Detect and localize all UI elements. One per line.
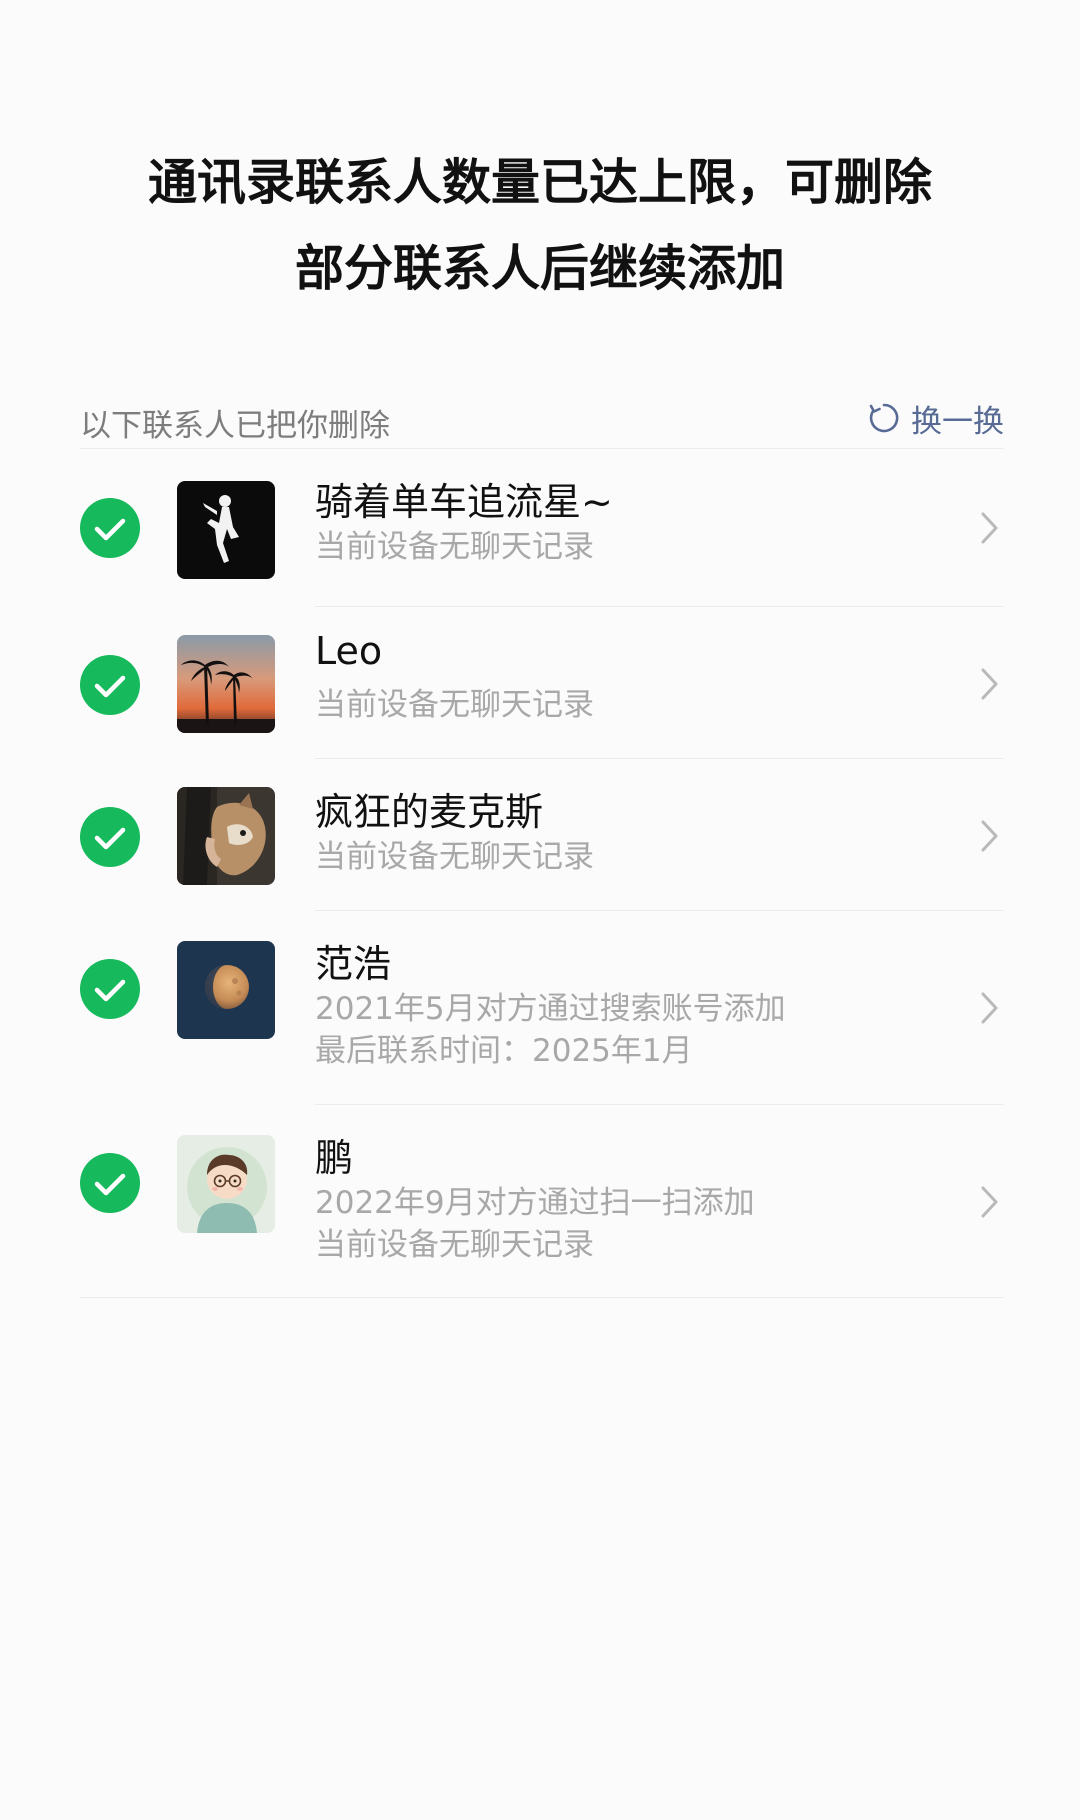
selected-checkbox[interactable] [80, 959, 140, 1019]
palm-sunset-avatar-icon [177, 635, 275, 733]
chevron-right-icon [981, 512, 998, 544]
contact-detail: 最后联系时间：2025年1月 [315, 1033, 693, 1069]
chevron-right-icon [981, 668, 998, 700]
selected-checkbox[interactable] [80, 498, 140, 558]
refresh-button[interactable]: 换一换 [867, 398, 1004, 440]
contact-detail: 当前设备无聊天记录 [315, 529, 594, 565]
list-bottom-divider [80, 1297, 1004, 1298]
moon-avatar-icon [177, 941, 275, 1039]
checkmark-icon [94, 827, 126, 850]
checkmark-icon [94, 979, 126, 1002]
selected-checkbox[interactable] [80, 1153, 140, 1213]
contact-avatar [177, 1135, 275, 1233]
selected-checkbox[interactable] [80, 655, 140, 715]
section-header: 以下联系人已把你删除 换一换 [80, 394, 1004, 449]
contact-row[interactable]: Leo 当前设备无聊天记录 [80, 607, 1004, 759]
contact-row[interactable]: 范浩 2021年5月对方通过搜索账号添加 最后联系时间：2025年1月 [80, 911, 1004, 1105]
chevron-right-icon [981, 992, 998, 1024]
contact-list: 骑着单车追流星~ 当前设备无聊天记录 Leo 当前设备无聊天记录 疯狂的麦克斯 … [80, 449, 1004, 1297]
page-title: 通讯录联系人数量已达上限，可删除 部分联系人后继续添加 [0, 140, 1080, 312]
contact-row[interactable]: 鹏 2022年9月对方通过扫一扫添加 当前设备无聊天记录 [80, 1105, 1004, 1297]
contact-name: Leo [315, 629, 383, 673]
contact-avatar [177, 787, 275, 885]
contact-detail: 当前设备无聊天记录 [315, 1227, 594, 1263]
chevron-right-icon [981, 820, 998, 852]
checkmark-icon [94, 518, 126, 541]
contact-detail: 当前设备无聊天记录 [315, 687, 594, 723]
contact-detail: 当前设备无聊天记录 [315, 839, 594, 875]
selected-checkbox[interactable] [80, 807, 140, 867]
checkmark-icon [94, 675, 126, 698]
contact-content: 骑着单车追流星~ 当前设备无聊天记录 [315, 449, 1004, 607]
refresh-label: 换一换 [911, 403, 1004, 440]
cartoon-boy-avatar-icon [177, 1135, 275, 1233]
contact-name: 范浩 [315, 942, 392, 986]
title-line-2: 部分联系人后继续添加 [294, 240, 785, 297]
contact-avatar [177, 481, 275, 579]
contact-content: 疯狂的麦克斯 当前设备无聊天记录 [315, 759, 1004, 911]
contact-content: 鹏 2022年9月对方通过扫一扫添加 当前设备无聊天记录 [315, 1105, 1004, 1297]
contact-content: 范浩 2021年5月对方通过搜索账号添加 最后联系时间：2025年1月 [315, 911, 1004, 1105]
contact-detail: 2021年5月对方通过搜索账号添加 [315, 991, 786, 1027]
contact-name: 疯狂的麦克斯 [315, 790, 544, 834]
contact-name: 骑着单车追流星~ [315, 480, 613, 524]
dog-avatar-icon [177, 787, 275, 885]
refresh-icon [869, 403, 899, 433]
contact-row[interactable]: 疯狂的麦克斯 当前设备无聊天记录 [80, 759, 1004, 911]
contact-row[interactable]: 骑着单车追流星~ 当前设备无聊天记录 [80, 449, 1004, 607]
contact-detail: 2022年9月对方通过扫一扫添加 [315, 1185, 755, 1221]
contact-avatar [177, 941, 275, 1039]
checkmark-icon [94, 1173, 126, 1196]
contact-name: 鹏 [315, 1136, 354, 1180]
sailor-moon-avatar-icon [177, 481, 275, 579]
title-line-1: 通讯录联系人数量已达上限，可删除 [147, 154, 932, 211]
section-label: 以下联系人已把你删除 [80, 408, 390, 444]
chevron-right-icon [981, 1186, 998, 1218]
contact-content: Leo 当前设备无聊天记录 [315, 607, 1004, 759]
contact-avatar [177, 635, 275, 733]
